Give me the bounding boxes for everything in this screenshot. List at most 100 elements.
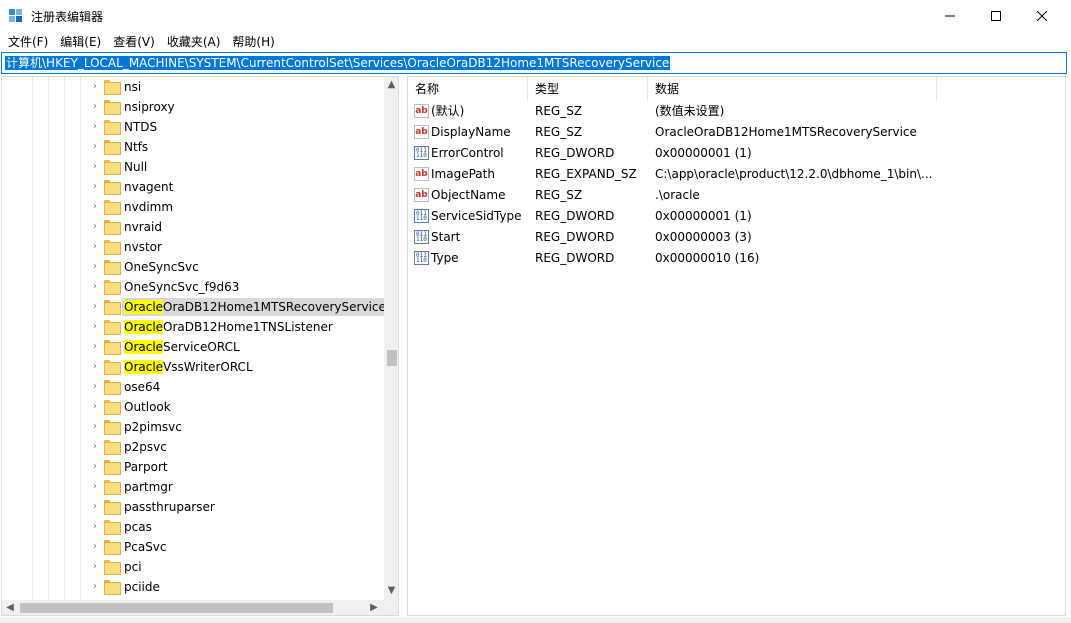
tree-item-label[interactable]: Outlook — [122, 398, 173, 416]
tree-item-label[interactable]: p2pimsvc — [122, 418, 184, 436]
expand-chevron-icon[interactable]: › — [90, 261, 100, 273]
scroll-right-icon[interactable]: ▶ — [366, 600, 382, 615]
tree-item-label[interactable]: nvdimm — [122, 198, 175, 216]
tree-item[interactable]: › nvdimm — [2, 197, 384, 217]
address-bar[interactable]: 计算机\HKEY_LOCAL_MACHINE\SYSTEM\CurrentCon… — [1, 52, 1067, 74]
tree-item[interactable]: › ose64 — [2, 377, 384, 397]
tree-item[interactable]: › p2pimsvc — [2, 417, 384, 437]
tree-item-label[interactable]: OneSyncSvc — [122, 258, 201, 276]
tree-item[interactable]: › Ntfs — [2, 137, 384, 157]
tree-item-label[interactable]: pci — [122, 558, 144, 576]
scroll-left-icon[interactable]: ◀ — [2, 600, 18, 615]
expand-chevron-icon[interactable]: › — [90, 201, 100, 213]
expand-chevron-icon[interactable]: › — [90, 421, 100, 433]
expand-chevron-icon[interactable]: › — [90, 181, 100, 193]
scroll-thumb[interactable] — [387, 350, 397, 366]
value-row[interactable]: ab ImagePath REG_EXPAND_SZ C:\app\oracle\pr… — [408, 164, 1058, 185]
tree-item-label[interactable]: OracleServiceORCL — [122, 338, 242, 356]
expand-chevron-icon[interactable]: › — [90, 481, 100, 493]
expand-chevron-icon[interactable]: › — [90, 301, 100, 313]
column-header-name[interactable]: 名称 — [408, 77, 528, 101]
tree-item-label[interactable]: nvagent — [122, 178, 175, 196]
tree-item[interactable]: › OracleOraDB12Home1TNSListener — [2, 317, 384, 337]
tree-item[interactable]: › OracleVssWriterORCL — [2, 357, 384, 377]
tree-item-label[interactable]: OracleOraDB12Home1MTSRecoveryService — [122, 298, 388, 316]
tree-item[interactable]: › PcaSvc — [2, 537, 384, 557]
tree-item[interactable]: › Outlook — [2, 397, 384, 417]
tree-item[interactable]: › p2psvc — [2, 437, 384, 457]
tree-item-label[interactable]: p2psvc — [122, 438, 169, 456]
menu-edit[interactable]: 编辑(E) — [54, 32, 107, 52]
expand-chevron-icon[interactable]: › — [90, 141, 100, 153]
tree-item[interactable]: › pciide — [2, 577, 384, 597]
tree-item[interactable]: › OracleOraDB12Home1MTSRecoveryService — [2, 297, 388, 317]
value-row[interactable]: ab ObjectName REG_SZ .\oracle — [408, 185, 1058, 206]
expand-chevron-icon[interactable]: › — [90, 561, 100, 573]
tree-item-label[interactable]: ose64 — [122, 378, 162, 396]
tree-horizontal-scrollbar[interactable]: ◀ ▶ — [2, 600, 384, 615]
minimize-button[interactable] — [927, 0, 973, 32]
menu-help[interactable]: 帮助(H) — [226, 32, 280, 52]
tree-item[interactable]: › nvraid — [2, 217, 384, 237]
menu-favorites[interactable]: 收藏夹(A) — [161, 32, 227, 52]
tree-item[interactable]: › Null — [2, 157, 384, 177]
tree-item-label[interactable]: partmgr — [122, 478, 175, 496]
tree-item-label[interactable]: OneSyncSvc_f9d63 — [122, 278, 241, 296]
tree-item[interactable]: › OneSyncSvc_f9d63 — [2, 277, 384, 297]
tree-item-label[interactable]: NTDS — [122, 118, 159, 136]
value-row[interactable]: ab (默认) REG_SZ (数值未设置) — [408, 101, 1058, 122]
key-tree[interactable]: › nsi › nsiproxy › NTDS › Ntfs › Null › nvagent › nvd… — [1, 76, 399, 616]
scroll-down-icon[interactable]: ▼ — [384, 583, 398, 599]
tree-item-label[interactable]: pcas — [122, 518, 154, 536]
tree-item[interactable]: › nsi — [2, 77, 384, 97]
value-row[interactable]: 011 110 ErrorControl REG_DWORD 0x00000001 (1… — [408, 143, 1058, 164]
value-row[interactable]: ab DisplayName REG_SZ OracleOraDB12Home1MTS… — [408, 122, 1058, 143]
tree-item[interactable]: › Parport — [2, 457, 384, 477]
scroll-thumb[interactable] — [20, 603, 333, 613]
maximize-button[interactable] — [973, 0, 1019, 32]
column-header-data[interactable]: 数据 — [648, 77, 937, 101]
expand-chevron-icon[interactable]: › — [90, 281, 100, 293]
column-header-type[interactable]: 类型 — [528, 77, 648, 101]
expand-chevron-icon[interactable]: › — [90, 541, 100, 553]
values-list[interactable]: 名称 类型 数据 ab (默认) REG_SZ (数值未设置) ab DisplayNam… — [407, 76, 1066, 616]
value-row[interactable]: 011 110 Start REG_DWORD 0x00000003 (3) — [408, 227, 1058, 248]
expand-chevron-icon[interactable]: › — [90, 341, 100, 353]
expand-chevron-icon[interactable]: › — [90, 501, 100, 513]
tree-item[interactable]: › nvstor — [2, 237, 384, 257]
expand-chevron-icon[interactable]: › — [90, 101, 100, 113]
tree-item-label[interactable]: pciide — [122, 578, 162, 596]
tree-item[interactable]: › passthruparser — [2, 497, 384, 517]
expand-chevron-icon[interactable]: › — [90, 321, 100, 333]
expand-chevron-icon[interactable]: › — [90, 221, 100, 233]
tree-item-label[interactable]: nsiproxy — [122, 98, 177, 116]
tree-item-label[interactable]: nvraid — [122, 218, 164, 236]
expand-chevron-icon[interactable]: › — [90, 441, 100, 453]
value-row[interactable]: 011 110 ServiceSidType REG_DWORD 0x00000001 … — [408, 206, 1058, 227]
tree-item[interactable]: › nvagent — [2, 177, 384, 197]
tree-item-label[interactable]: Null — [122, 158, 149, 176]
tree-item-label[interactable]: PcaSvc — [122, 538, 169, 556]
tree-item-label[interactable]: Ntfs — [122, 138, 150, 156]
expand-chevron-icon[interactable]: › — [90, 461, 100, 473]
address-path[interactable]: 计算机\HKEY_LOCAL_MACHINE\SYSTEM\CurrentCon… — [5, 56, 671, 70]
tree-item[interactable]: › nsiproxy — [2, 97, 384, 117]
menu-file[interactable]: 文件(F) — [2, 32, 54, 52]
tree-item-label[interactable]: OracleVssWriterORCL — [122, 358, 255, 376]
expand-chevron-icon[interactable]: › — [90, 121, 100, 133]
expand-chevron-icon[interactable]: › — [90, 361, 100, 373]
tree-item-label[interactable]: passthruparser — [122, 498, 217, 516]
menu-view[interactable]: 查看(V) — [107, 32, 161, 52]
tree-item[interactable]: › pcas — [2, 517, 384, 537]
tree-item-label[interactable]: OracleOraDB12Home1TNSListener — [122, 318, 335, 336]
expand-chevron-icon[interactable]: › — [90, 241, 100, 253]
tree-item[interactable]: › partmgr — [2, 477, 384, 497]
tree-item[interactable]: › OracleServiceORCL — [2, 337, 384, 357]
expand-chevron-icon[interactable]: › — [90, 521, 100, 533]
tree-vertical-scrollbar[interactable]: ▲ ▼ — [384, 77, 398, 601]
tree-item-label[interactable]: Parport — [122, 458, 170, 476]
close-button[interactable] — [1019, 0, 1065, 32]
tree-item-label[interactable]: nvstor — [122, 238, 164, 256]
scroll-up-icon[interactable]: ▲ — [384, 77, 398, 93]
expand-chevron-icon[interactable]: › — [90, 161, 100, 173]
